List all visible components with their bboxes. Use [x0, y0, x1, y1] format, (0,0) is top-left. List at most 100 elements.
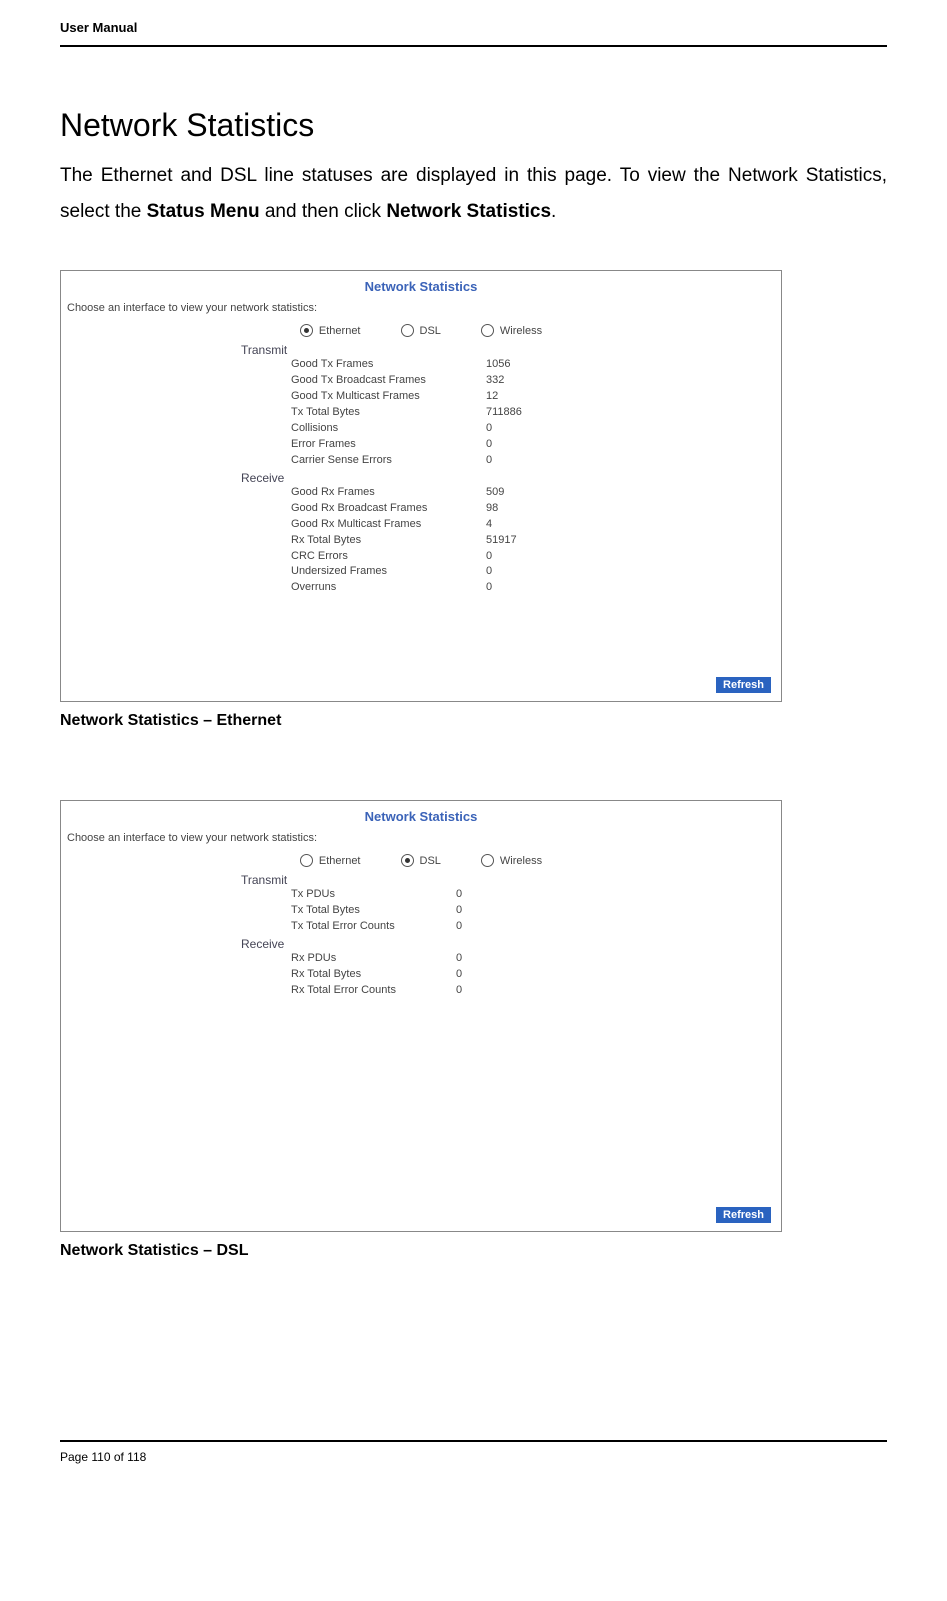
group-receive-label: Receive: [241, 471, 781, 485]
radio-label: DSL: [420, 325, 441, 337]
stat-row: Good Rx Frames509: [251, 485, 781, 501]
stat-row: Good Rx Multicast Frames4: [251, 517, 781, 533]
stat-label: Good Tx Frames: [251, 357, 486, 373]
stat-label: Tx Total Error Counts: [251, 919, 456, 935]
stat-label: Good Rx Frames: [251, 485, 486, 501]
stat-label: Tx PDUs: [251, 887, 456, 903]
caption-dsl: Network Statistics – DSL: [60, 1242, 887, 1260]
body-bold-1: Status Menu: [147, 201, 260, 222]
stat-value: 0: [486, 421, 566, 437]
screenshot-ethernet: Network Statistics Choose an interface t…: [60, 270, 782, 702]
interface-radio-row: Ethernet DSL Wireless: [61, 324, 781, 337]
stat-label: Tx Total Bytes: [251, 405, 486, 421]
stat-value: 1056: [486, 357, 566, 373]
stat-value: 509: [486, 485, 566, 501]
stat-row: Collisions0: [251, 421, 781, 437]
refresh-button[interactable]: Refresh: [716, 677, 771, 693]
group-transmit-label: Transmit: [241, 343, 781, 357]
interface-radio-row: Ethernet DSL Wireless: [61, 854, 781, 867]
radio-ethernet[interactable]: Ethernet: [300, 324, 361, 337]
stat-value: 51917: [486, 533, 566, 549]
radio-icon: [401, 324, 414, 337]
body-paragraph: The Ethernet and DSL line statuses are d…: [60, 158, 887, 230]
stat-row: Error Frames0: [251, 437, 781, 453]
radio-dsl[interactable]: DSL: [401, 324, 441, 337]
stat-value: 0: [486, 453, 566, 469]
stat-label: Rx Total Bytes: [251, 967, 456, 983]
page-footer: Page 110 of 118: [60, 1440, 887, 1464]
panel-title: Network Statistics: [61, 271, 781, 294]
section-title: Network Statistics: [60, 107, 887, 144]
receive-stats: Rx PDUs0 Rx Total Bytes0 Rx Total Error …: [251, 951, 781, 999]
stat-value: 0: [486, 580, 566, 596]
radio-label: DSL: [420, 855, 441, 867]
stat-row: Tx Total Error Counts0: [251, 919, 781, 935]
stat-value: 0: [456, 967, 536, 983]
radio-icon: [481, 854, 494, 867]
radio-label: Ethernet: [319, 855, 361, 867]
stat-value: 332: [486, 373, 566, 389]
stat-row: Good Tx Multicast Frames12: [251, 389, 781, 405]
panel-title: Network Statistics: [61, 801, 781, 824]
radio-label: Wireless: [500, 855, 542, 867]
stat-row: Good Tx Broadcast Frames332: [251, 373, 781, 389]
stat-value: 0: [486, 549, 566, 565]
stat-label: Rx Total Bytes: [251, 533, 486, 549]
stat-row: Carrier Sense Errors0: [251, 453, 781, 469]
radio-icon: [401, 854, 414, 867]
stat-value: 0: [486, 437, 566, 453]
stat-row: CRC Errors0: [251, 549, 781, 565]
receive-stats: Good Rx Frames509 Good Rx Broadcast Fram…: [251, 485, 781, 597]
stat-row: Tx Total Bytes0: [251, 903, 781, 919]
stat-row: Undersized Frames0: [251, 564, 781, 580]
radio-dsl[interactable]: DSL: [401, 854, 441, 867]
body-post: .: [551, 201, 556, 222]
radio-label: Wireless: [500, 325, 542, 337]
transmit-stats: Good Tx Frames1056 Good Tx Broadcast Fra…: [251, 357, 781, 469]
stat-row: Tx Total Bytes711886: [251, 405, 781, 421]
stat-label: Tx Total Bytes: [251, 903, 456, 919]
radio-wireless[interactable]: Wireless: [481, 854, 542, 867]
stat-value: 0: [456, 903, 536, 919]
stat-label: Error Frames: [251, 437, 486, 453]
stat-row: Rx PDUs0: [251, 951, 781, 967]
stat-label: Good Tx Multicast Frames: [251, 389, 486, 405]
refresh-button[interactable]: Refresh: [716, 1207, 771, 1223]
header-title: User Manual: [60, 20, 887, 47]
screenshot-dsl: Network Statistics Choose an interface t…: [60, 800, 782, 1232]
stat-row: Rx Total Bytes51917: [251, 533, 781, 549]
stat-row: Good Tx Frames1056: [251, 357, 781, 373]
stat-value: 0: [456, 951, 536, 967]
group-receive-label: Receive: [241, 937, 781, 951]
stat-label: Carrier Sense Errors: [251, 453, 486, 469]
stat-value: 0: [456, 983, 536, 999]
stat-row: Overruns0: [251, 580, 781, 596]
stat-label: Good Rx Multicast Frames: [251, 517, 486, 533]
stat-label: CRC Errors: [251, 549, 486, 565]
stat-value: 0: [456, 919, 536, 935]
radio-icon: [481, 324, 494, 337]
stat-label: Rx PDUs: [251, 951, 456, 967]
stat-value: 12: [486, 389, 566, 405]
panel-subtitle: Choose an interface to view your network…: [61, 824, 781, 854]
stat-value: 0: [456, 887, 536, 903]
caption-ethernet: Network Statistics – Ethernet: [60, 712, 887, 730]
stat-label: Good Rx Broadcast Frames: [251, 501, 486, 517]
stat-label: Undersized Frames: [251, 564, 486, 580]
body-bold-2: Network Statistics: [386, 201, 551, 222]
stat-row: Rx Total Error Counts0: [251, 983, 781, 999]
stat-label: Good Tx Broadcast Frames: [251, 373, 486, 389]
radio-wireless[interactable]: Wireless: [481, 324, 542, 337]
stat-row: Tx PDUs0: [251, 887, 781, 903]
radio-icon: [300, 854, 313, 867]
stat-label: Overruns: [251, 580, 486, 596]
stat-value: 711886: [486, 405, 566, 421]
stat-value: 0: [486, 564, 566, 580]
stat-row: Good Rx Broadcast Frames98: [251, 501, 781, 517]
radio-icon: [300, 324, 313, 337]
transmit-stats: Tx PDUs0 Tx Total Bytes0 Tx Total Error …: [251, 887, 781, 935]
radio-ethernet[interactable]: Ethernet: [300, 854, 361, 867]
stat-value: 4: [486, 517, 566, 533]
body-mid: and then click: [260, 201, 387, 222]
stat-label: Collisions: [251, 421, 486, 437]
